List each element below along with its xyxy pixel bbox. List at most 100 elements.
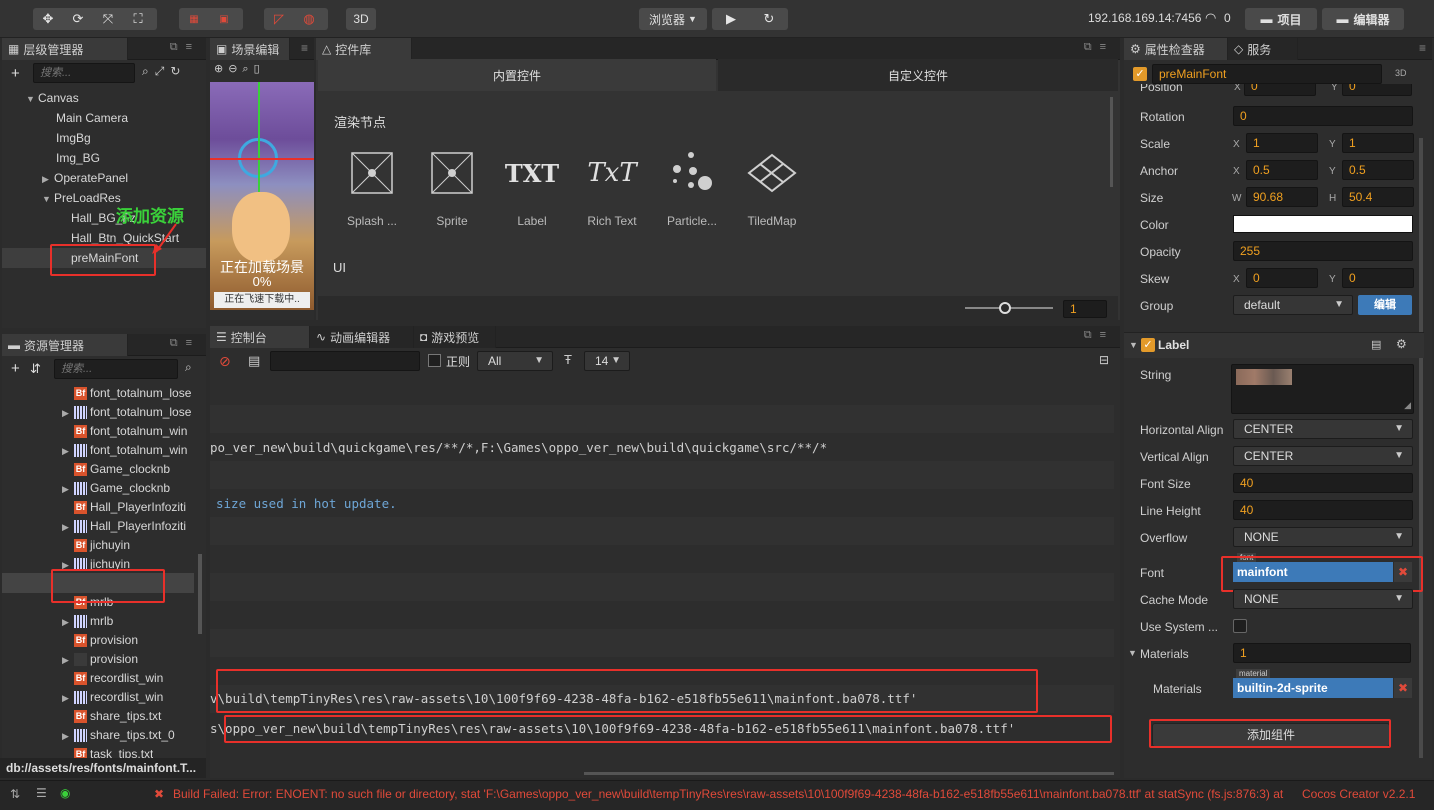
library-item-richtext[interactable]: TxT Rich Text [577,148,647,228]
node-active-checkbox[interactable]: ✓ [1133,67,1147,81]
asset-item[interactable]: ▶ font_totalnum_lose [62,402,191,422]
tree-item[interactable]: Img_BG [56,148,100,168]
move-tool-button[interactable]: ✥ [33,8,63,30]
scale-y-input[interactable]: 1 [1342,133,1414,153]
asset-item[interactable]: ▶ Game_clocknb [62,478,170,498]
chevron-down-icon[interactable]: ▼ [1128,648,1137,658]
library-scrollbar[interactable] [1110,97,1113,187]
tab-scene[interactable]: ▣ 场景编辑 [210,38,290,60]
collapse-icon[interactable]: ⊟ [1099,353,1109,367]
database-icon[interactable]: ☰ [36,786,47,800]
chevron-down-icon[interactable]: ▼ [1129,340,1138,350]
asset-item[interactable]: Bf Game_clocknb [62,459,170,479]
clear-material-icon[interactable]: ✖ [1394,678,1412,698]
tree-item-canvas[interactable]: ▼ Canvas [26,88,79,108]
refresh-button[interactable]: ↻ [750,8,788,30]
tab-console[interactable]: ☰ 控制台 [210,326,310,348]
editor-button[interactable]: ▬ 编辑器 [1322,8,1404,30]
toggle-3d-node[interactable]: 3D [1395,68,1407,78]
rect-tool-button[interactable]: ⛶ [123,8,153,30]
panel-menu-icon[interactable]: ≡ [1419,41,1426,55]
play-button[interactable]: ▶ [712,8,750,30]
tab-inspector[interactable]: ⚙ 属性检查器 [1124,38,1228,60]
scale-x-input[interactable]: 1 [1246,133,1318,153]
node-name-input[interactable]: preMainFont [1152,64,1382,84]
skew-y-input[interactable]: 0 [1342,268,1414,288]
asset-item[interactable]: ▶ provision [62,649,138,669]
toggle-3d-button[interactable]: 3D [346,8,376,30]
assets-search-input[interactable]: 搜索... [54,359,178,379]
asset-item[interactable]: Bf recordlist_win [62,668,163,688]
size-w-input[interactable]: 90.68 [1246,187,1318,207]
asset-item[interactable]: ▶ font_totalnum_win [62,440,187,460]
size-h-input[interactable]: 50.4 [1342,187,1414,207]
console-filter-input[interactable] [270,351,420,371]
tree-item[interactable]: ▶ OperatePanel [42,168,128,188]
asset-item[interactable]: Bf Hall_PlayerInfoziti [62,497,186,517]
position-y-input[interactable]: 0 [1342,84,1412,96]
library-item-tiledmap[interactable]: TiledMap [737,148,807,228]
asset-item[interactable]: ▶ share_tips.txt_0 [62,725,175,745]
panel-menu-icon[interactable]: ⧉≡ [170,41,200,54]
materials-count-input[interactable]: 1 [1233,643,1411,663]
eye-icon[interactable]: ◉ [60,786,70,800]
tab-control-library[interactable]: △ 控件库 [316,38,412,60]
asset-item[interactable]: Bf jichuyin [62,535,130,555]
tab-custom-controls[interactable]: 自定义控件 [718,59,1118,91]
cache-mode-select[interactable]: NONE ▼ [1233,589,1413,609]
layout-icon[interactable]: ⇅ [10,787,20,801]
search-icon[interactable]: ⌕ [185,360,192,375]
asset-item[interactable]: ▶ mrlb [62,611,113,631]
regex-checkbox[interactable] [428,354,441,367]
skew-x-input[interactable]: 0 [1246,268,1318,288]
tab-animation-editor[interactable]: ∿ 动画编辑器 [310,326,414,348]
tab-assets[interactable]: ▬ 资源管理器 [2,334,128,356]
local-button[interactable]: ▣ [209,8,239,30]
position-x-input[interactable]: 0 [1244,84,1316,96]
clear-console-icon[interactable]: ⊘ [219,353,231,370]
library-item-splash[interactable]: Splash ... [337,148,407,228]
panel-menu-icon[interactable]: ⧉≡ [170,337,200,350]
tab-game-preview[interactable]: ◘ 游戏预览 [414,326,496,348]
asset-item[interactable]: Bf share_tips.txt [62,706,161,726]
resize-handle-icon[interactable]: ◢ [1404,400,1411,411]
overflow-select[interactable]: NONE ▼ [1233,527,1413,547]
project-button[interactable]: ▬ 项目 [1245,8,1317,30]
use-system-font-checkbox[interactable] [1233,619,1247,633]
rotate-tool-button[interactable]: ⟳ [63,8,93,30]
panel-menu-icon[interactable]: ⧉≡ [1084,329,1114,342]
zoom-tools-icons[interactable]: ⊕⊖⌕▯ [214,62,265,76]
tab-hierarchy[interactable]: ▦ 层级管理器 [2,38,128,60]
v-align-select[interactable]: CENTER ▼ [1233,446,1413,466]
font-size-input[interactable]: 40 [1233,473,1413,493]
tab-services[interactable]: ◇ 服务 [1228,38,1298,60]
anchor-y-input[interactable]: 0.5 [1342,160,1414,180]
scale-tool-button[interactable]: ⤧ [93,8,123,30]
sort-icon[interactable]: ⇵ [30,361,41,377]
browser-select[interactable]: 浏览器 ▼ [639,8,707,30]
globe-button[interactable]: ◍ [294,8,324,30]
book-icon[interactable]: ▤ [1371,338,1381,351]
string-textarea[interactable]: ◢ [1231,364,1414,414]
pivot-button[interactable]: ▦ [179,8,209,30]
group-select[interactable]: default ▼ [1233,295,1353,315]
color-swatch[interactable] [1233,215,1413,233]
inspector-scrollbar[interactable] [1419,138,1423,758]
label-enabled-checkbox[interactable]: ✓ [1141,338,1155,352]
material-asset-field[interactable]: builtin-2d-sprite [1233,678,1393,698]
library-item-sprite[interactable]: Sprite [417,148,487,228]
h-align-select[interactable]: CENTER ▼ [1233,419,1413,439]
log-level-select[interactable]: All ▼ [477,351,553,371]
add-node-button[interactable]: + [11,65,20,82]
tree-item[interactable]: ▼ PreLoadRes [42,188,121,208]
asset-item[interactable]: Bf task_tips.txt [62,744,153,758]
library-item-label[interactable]: TXT Label [497,148,567,229]
search-tools-icons[interactable]: ⌕⤢↻ [142,64,186,79]
asset-item[interactable]: Bf provision [62,630,138,650]
asset-item[interactable]: Bf font_totalnum_win [62,421,187,441]
edit-group-button[interactable]: 编辑 [1358,295,1412,315]
zoom-value-input[interactable]: 1 [1063,300,1107,318]
open-log-icon[interactable]: ▤ [248,353,260,369]
asset-item[interactable]: ▶ Hall_PlayerInfoziti [62,516,186,536]
anchor-x-input[interactable]: 0.5 [1246,160,1318,180]
